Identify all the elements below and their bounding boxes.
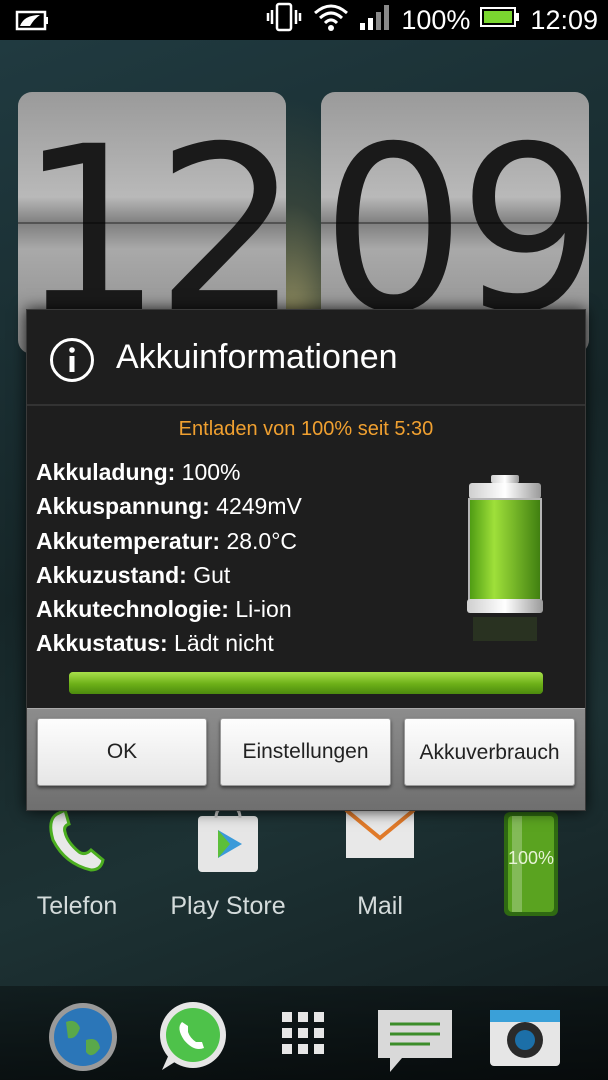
detail-key: Akkuladung: — [36, 459, 176, 485]
detail-key: Akkuspannung: — [36, 493, 210, 520]
charge-progress-bar — [69, 672, 543, 694]
info-icon — [49, 337, 95, 383]
detail-key: Akkuzustand: — [36, 561, 187, 588]
detail-key: Akkutechnologie: — [36, 596, 229, 623]
dialog-header: Akkuinformationen — [27, 310, 585, 406]
discharge-status: Entladen von 100% seit 5:30 — [178, 418, 434, 440]
play-store-icon — [188, 800, 268, 880]
status-time: 12:09 — [530, 5, 598, 35]
detail-value: Li-ion — [235, 596, 292, 623]
detail-row: Akkuspannung: 4249mV — [36, 489, 302, 523]
mail-icon — [340, 800, 420, 880]
phone-icon — [37, 800, 117, 880]
battery-details: Akkuladung: 100% Akkuspannung: 4249mV Ak… — [36, 455, 302, 661]
battery-widget-badge: 100% — [507, 848, 555, 868]
charge-progress-fill — [69, 672, 543, 694]
battery-percent: 100% — [401, 5, 471, 35]
whatsapp-icon[interactable] — [156, 1000, 230, 1074]
wifi-icon — [313, 2, 349, 39]
detail-row: Akkuzustand: Gut — [36, 558, 302, 592]
app-label: Play Store — [170, 892, 286, 920]
battery-full-icon — [463, 475, 547, 645]
signal-icon — [359, 3, 391, 38]
flip-divider — [18, 222, 286, 224]
ok-button[interactable]: OK — [37, 718, 207, 786]
detail-value: 100% — [181, 459, 241, 485]
app-telefon[interactable]: Telefon — [12, 800, 142, 921]
app-label: Mail — [357, 892, 403, 920]
detail-row: Akkuladung: 100% — [36, 455, 302, 489]
vibrate-icon — [265, 2, 303, 39]
app-drawer-icon[interactable] — [266, 1000, 340, 1074]
app-mail[interactable]: Mail — [315, 800, 445, 921]
flip-divider — [321, 222, 589, 224]
app-play-store[interactable]: Play Store — [163, 800, 293, 921]
globe-icon[interactable] — [46, 1000, 120, 1074]
detail-value: Gut — [193, 561, 231, 588]
detail-row: Akkutemperatur: 28.0°C — [36, 524, 302, 558]
messages-icon[interactable] — [376, 1000, 454, 1074]
detail-key: Akkustatus: — [36, 630, 168, 657]
battery-icon — [480, 5, 520, 36]
status-bar: 100% 12:09 — [0, 0, 608, 40]
battery-widget[interactable]: 100% — [466, 812, 596, 934]
detail-key: Akkutemperatur: — [36, 527, 221, 554]
detail-value: 28.0°C — [226, 527, 298, 554]
camera-icon[interactable] — [488, 1000, 562, 1074]
battery-usage-button[interactable]: Akkuverbrauch — [404, 718, 575, 786]
dialog-button-bar: OK Einstellungen Akkuverbrauch — [27, 708, 585, 810]
detail-row: Akkustatus: Lädt nicht — [36, 626, 302, 660]
detail-value: 4249mV — [216, 493, 302, 520]
settings-button[interactable]: Einstellungen — [220, 718, 391, 786]
app-label: Telefon — [36, 892, 118, 920]
dialog-title: Akkuinformationen — [116, 338, 398, 376]
battery-info-notification-icon — [14, 7, 50, 40]
detail-row: Akkutechnologie: Li-ion — [36, 592, 302, 626]
detail-value: Lädt nicht — [174, 630, 274, 657]
battery-info-dialog: Akkuinformationen Entladen von 100% seit… — [26, 309, 586, 811]
